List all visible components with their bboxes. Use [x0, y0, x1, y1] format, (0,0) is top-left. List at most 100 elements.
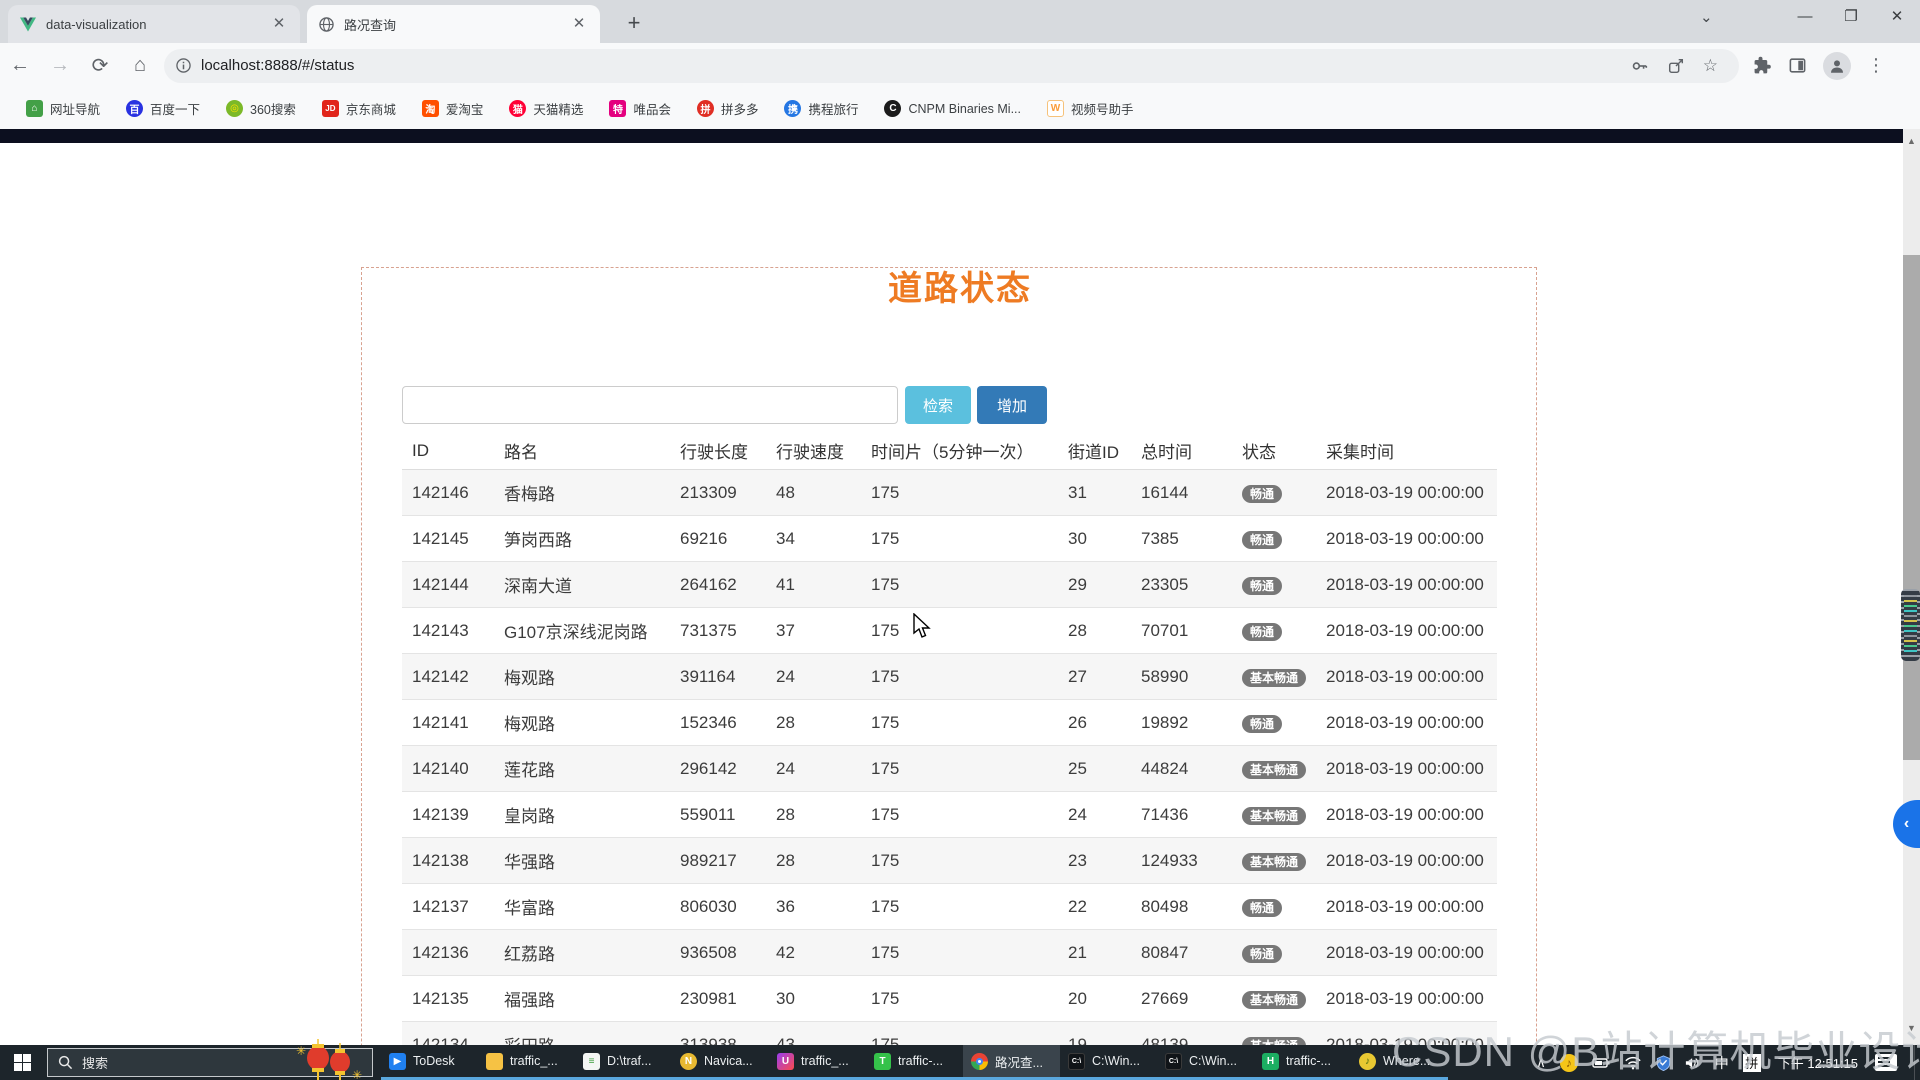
window-restore-button[interactable]: ❐: [1828, 0, 1874, 34]
cell-speed: 24: [766, 759, 861, 779]
bookmark-baidu[interactable]: 百百度一下: [126, 99, 200, 118]
tab-data-visualization[interactable]: data-visualization ✕: [8, 5, 300, 43]
cell-total: 23305: [1131, 575, 1232, 595]
bookmark-favicon: 携: [784, 100, 801, 117]
address-bar[interactable]: localhost:8888/#/status ☆: [164, 49, 1739, 83]
cell-timeslice: 175: [861, 1035, 1058, 1046]
scrollbar-thumb[interactable]: [1903, 255, 1920, 760]
bookmark-tmall[interactable]: 猫天猫精选: [509, 99, 583, 118]
share-icon[interactable]: [1667, 57, 1685, 75]
profile-avatar[interactable]: [1823, 52, 1851, 80]
bookmark-favicon: 拼: [697, 100, 714, 117]
cell-id: 142136: [402, 943, 494, 963]
cell-length: 313938: [670, 1035, 766, 1046]
reload-icon[interactable]: ⟳: [80, 53, 120, 78]
cell-id: 142146: [402, 483, 494, 503]
page-title: 道路状态: [0, 261, 1920, 310]
cell-speed: 48: [766, 483, 861, 503]
col-header-speed: 行驶速度: [766, 438, 861, 463]
start-button[interactable]: [0, 1045, 44, 1080]
tab-close-icon[interactable]: ✕: [270, 15, 288, 33]
browser-menu-icon[interactable]: ⋮: [1867, 55, 1885, 76]
cell-timeslice: 175: [861, 713, 1058, 733]
bookmark-video-helper[interactable]: W视频号助手: [1047, 99, 1134, 118]
cell-timeslice: 175: [861, 667, 1058, 687]
forward-icon[interactable]: →: [40, 54, 80, 77]
cell-id: 142143: [402, 621, 494, 641]
table-header-row: ID 路名 行驶长度 行驶速度 时间片（5分钟一次） 街道ID 总时间 状态 采…: [402, 432, 1497, 470]
bookmark-ctrip[interactable]: 携携程旅行: [784, 99, 858, 118]
cell-collect-time: 2018-03-19 00:00:00: [1316, 483, 1497, 503]
scrollbar-track[interactable]: ▲ ▼: [1903, 129, 1920, 1045]
toolbar-right: ⋮: [1745, 52, 1893, 80]
back-icon[interactable]: ←: [0, 54, 40, 77]
cell-id: 142137: [402, 897, 494, 917]
url-text[interactable]: localhost:8888/#/status: [201, 57, 1622, 74]
search-button[interactable]: 检索: [905, 386, 971, 424]
bookmark-aitaobao[interactable]: 淘爱淘宝: [422, 99, 484, 118]
browser-tabstrip: data-visualization ✕ 路况查询 ✕ + ⌄ — ❐ ✕: [0, 0, 1920, 43]
taskbar-app-chrome-active[interactable]: 路况查...: [963, 1045, 1060, 1080]
bookmark-star-icon[interactable]: ☆: [1703, 56, 1718, 76]
cell-road: 福强路: [494, 986, 670, 1011]
cell-timeslice: 175: [861, 483, 1058, 503]
bookmark-vip[interactable]: 特唯品会: [609, 99, 671, 118]
cell-length: 391164: [670, 667, 766, 687]
taskbar-app-todesk[interactable]: ▶ToDesk: [381, 1045, 478, 1080]
cell-timeslice: 175: [861, 897, 1058, 917]
bookmark-cnpm[interactable]: CCNPM Binaries Mi...: [884, 100, 1021, 117]
tab-traffic-query[interactable]: 路况查询 ✕: [307, 5, 600, 43]
taskbar-app-cmd2[interactable]: C:\C:\Win...: [1157, 1045, 1254, 1080]
taskbar-app-dtraf[interactable]: ≡D:\traf...: [575, 1045, 672, 1080]
extensions-puzzle-icon[interactable]: [1753, 56, 1772, 75]
taskbar-app-folder[interactable]: traffic_...: [478, 1045, 575, 1080]
status-badge: 基本畅通: [1242, 853, 1306, 871]
bookmark-360-search[interactable]: ◎360搜索: [226, 99, 296, 118]
window-minimize-button[interactable]: —: [1782, 0, 1828, 34]
tab-search-chevron-icon[interactable]: ⌄: [1700, 8, 1713, 26]
bookmark-jd[interactable]: JD京东商城: [322, 99, 396, 118]
search-input[interactable]: [402, 386, 898, 424]
cell-collect-time: 2018-03-19 00:00:00: [1316, 575, 1497, 595]
tab-close-icon[interactable]: ✕: [570, 15, 588, 33]
bookmark-pinduoduo[interactable]: 拼拼多多: [697, 99, 759, 118]
scrollbar-extension-widget[interactable]: [1901, 589, 1920, 661]
windows-logo-icon: [14, 1054, 31, 1071]
taskbar-app-navicat[interactable]: NNavica...: [672, 1045, 769, 1080]
site-info-icon[interactable]: [176, 58, 191, 73]
cell-id: 142141: [402, 713, 494, 733]
add-button[interactable]: 增加: [977, 386, 1047, 424]
taskbar-app-ide[interactable]: Utraffic_...: [769, 1045, 866, 1080]
cell-timeslice: 175: [861, 621, 1058, 641]
password-key-icon[interactable]: [1631, 57, 1649, 75]
cell-status: 畅通: [1232, 713, 1316, 733]
table-row: 142142梅观路391164241752758990基本畅通2018-03-1…: [402, 654, 1497, 700]
cell-total: 80498: [1131, 897, 1232, 917]
col-header-id: ID: [402, 441, 494, 461]
cell-timeslice: 175: [861, 989, 1058, 1009]
taskbar-app-cmd1[interactable]: C:\C:\Win...: [1060, 1045, 1157, 1080]
bookmark-favicon: 特: [609, 100, 626, 117]
cell-speed: 36: [766, 897, 861, 917]
bookmark-2345-nav[interactable]: ⌂网址导航: [26, 99, 100, 118]
window-close-button[interactable]: ✕: [1874, 0, 1920, 34]
cell-length: 559011: [670, 805, 766, 825]
home-icon[interactable]: ⌂: [120, 54, 160, 77]
side-panel-icon[interactable]: [1788, 56, 1807, 75]
cell-road: 皇岗路: [494, 802, 670, 827]
status-badge: 基本畅通: [1242, 761, 1306, 779]
cell-timeslice: 175: [861, 575, 1058, 595]
lantern-decoration: ✳ ✳: [296, 1039, 362, 1080]
status-badge: 基本畅通: [1242, 991, 1306, 1009]
scrollbar-up-icon[interactable]: ▲: [1903, 133, 1920, 150]
cell-timeslice: 175: [861, 851, 1058, 871]
cell-road: 深南大道: [494, 572, 670, 597]
taskbar-app-ide2[interactable]: Ttraffic-...: [866, 1045, 963, 1080]
cmd-icon: C:\: [1165, 1053, 1182, 1070]
bookmark-favicon: ◎: [226, 100, 243, 117]
taskbar-app-hbuilder[interactable]: Htraffic-...: [1254, 1045, 1351, 1080]
cell-id: 142144: [402, 575, 494, 595]
new-tab-button[interactable]: +: [618, 8, 650, 40]
col-header-total: 总时间: [1131, 438, 1232, 463]
status-badge: 基本畅通: [1242, 1037, 1306, 1046]
